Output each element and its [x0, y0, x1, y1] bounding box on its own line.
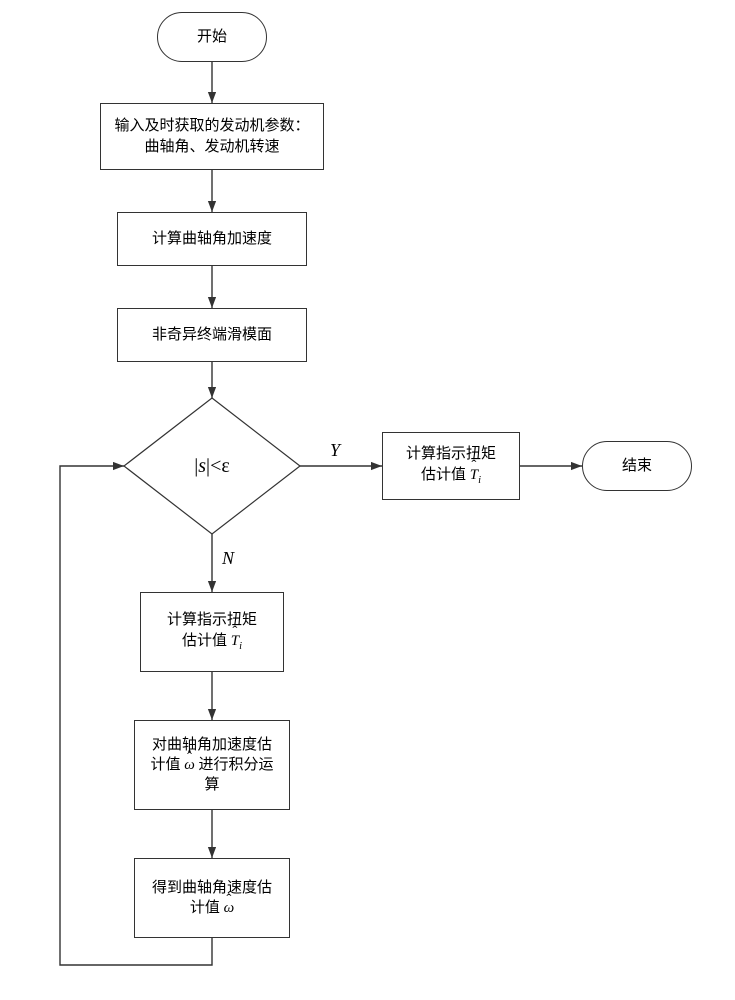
process-calc-acc: 计算曲轴角加速度: [117, 212, 307, 266]
process-result: 得到曲轴角速度估 计值 ω: [134, 858, 290, 938]
omega-acc-symbol: ω: [184, 757, 198, 773]
ti-symbol-no: Ti: [231, 633, 242, 649]
start-label: 开始: [197, 27, 227, 47]
flowchart-canvas: 开始 输入及时获取的发动机参数：曲轴角、发动机转速 计算曲轴角加速度 非奇异终端…: [0, 0, 735, 1000]
calc-ti-no-line1: 计算指示扭矩: [167, 610, 257, 630]
process-calc-acc-label: 计算曲轴角加速度: [152, 229, 272, 249]
omega-dot-hat: ω: [184, 755, 195, 775]
integrate-line2: 计值 ω 进行积分运: [150, 755, 273, 775]
decision-rhs: ε: [221, 455, 229, 478]
process-input-label: 输入及时获取的发动机参数：曲轴角、发动机转速: [109, 116, 315, 157]
decision-expression: | s | < ε: [124, 398, 300, 534]
t-hat-2: T: [231, 631, 239, 651]
edge-label-no: N: [222, 548, 234, 569]
process-calc-ti-no: 计算指示扭矩 估计值 Ti: [140, 592, 284, 672]
process-input-params: 输入及时获取的发动机参数：曲轴角、发动机转速: [100, 103, 324, 170]
ti-symbol-yes: Ti: [470, 467, 481, 483]
result-line2: 计值 ω: [190, 898, 234, 918]
omega-hat: ω: [224, 898, 235, 918]
end-terminator: 结束: [582, 441, 692, 491]
integrate-suffix: 进行积分运: [199, 757, 274, 773]
process-integrate: 对曲轴角加速度估 计值 ω 进行积分运 算: [134, 720, 290, 810]
edge-label-yes: Y: [330, 440, 340, 461]
decision-op: <: [210, 455, 221, 478]
calc-ti-yes-line2: 估计值 Ti: [421, 465, 481, 488]
omega-vel-symbol: ω: [224, 900, 235, 916]
t-sub-2: i: [239, 641, 242, 652]
decision-var: s: [198, 455, 206, 478]
calc-ti-yes-line1: 计算指示扭矩: [406, 444, 496, 464]
result-mid: 计值: [190, 900, 224, 916]
integrate-line3: 算: [204, 775, 219, 795]
start-terminator: 开始: [157, 12, 267, 62]
decision-s-lt-eps: | s | < ε: [124, 398, 300, 534]
process-calc-ti-yes: 计算指示扭矩 估计值 Ti: [382, 432, 520, 500]
calc-ti-yes-mid: 估计值: [421, 467, 470, 483]
t-sub: i: [478, 475, 481, 486]
calc-ti-no-line2: 估计值 Ti: [182, 631, 242, 654]
end-label: 结束: [622, 456, 652, 476]
result-line1: 得到曲轴角速度估: [152, 878, 272, 898]
calc-ti-no-mid: 估计值: [182, 633, 231, 649]
process-sliding-surface: 非奇异终端滑模面: [117, 308, 307, 362]
integrate-mid: 计值: [150, 757, 184, 773]
integrate-line1: 对曲轴角加速度估: [152, 735, 272, 755]
t-hat: T: [470, 465, 478, 485]
process-sliding-surface-label: 非奇异终端滑模面: [152, 325, 272, 345]
